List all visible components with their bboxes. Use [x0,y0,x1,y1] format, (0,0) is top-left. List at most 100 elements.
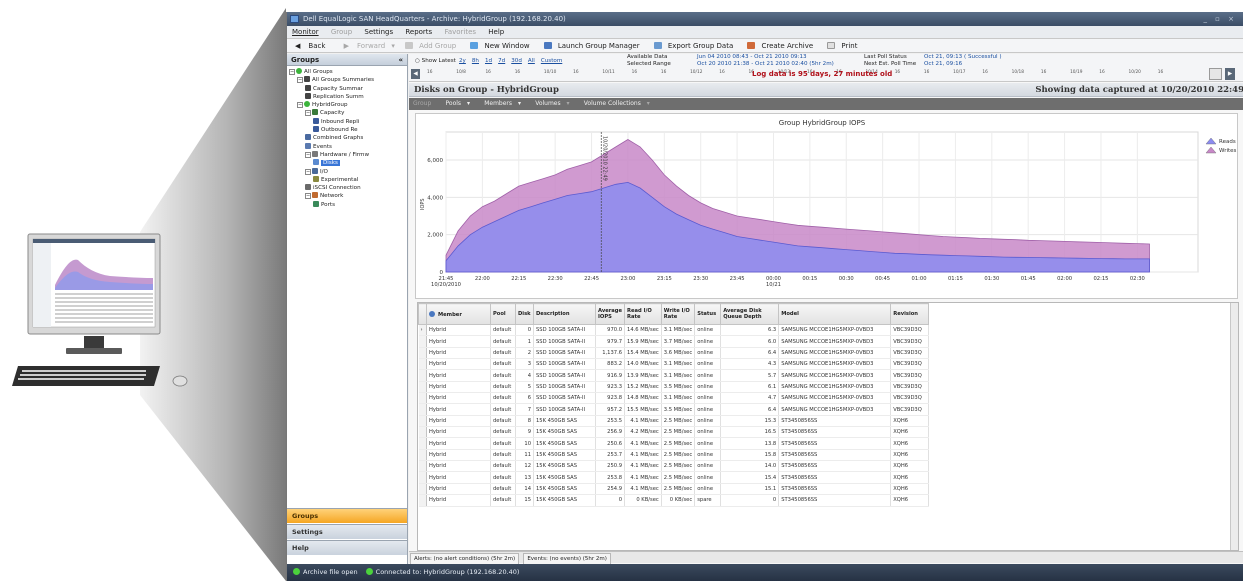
print-button[interactable]: Print [823,39,865,53]
menu-reports[interactable]: Reports [400,26,437,39]
column-header[interactable]: Disk [515,303,534,325]
column-header[interactable]: Status [694,303,722,325]
menu-help[interactable]: Help [483,26,509,39]
tree-expander-icon[interactable]: − [297,102,303,109]
tree-node[interactable]: iSCSI Connection [287,184,407,192]
column-header[interactable]: Pool [490,303,516,325]
nav-help-button[interactable]: Help [287,540,407,555]
show-latest-option[interactable]: ○ Show Latest [415,58,456,64]
subtab-pools[interactable]: Pools ▾ [438,98,474,110]
subtab-volume-collections[interactable]: Volume Collections ▾ [576,98,654,110]
table-row[interactable]: › Hybrid default 0 SSD 100GB SATA-II 970.0 14.… [418,324,1229,337]
menu-monitor[interactable]: Monitor [287,26,324,39]
column-header[interactable]: Average Disk Queue Depth [720,303,780,325]
menu-settings[interactable]: Settings [359,26,398,39]
tree-node[interactable]: − HybridGroup [287,101,407,109]
timeline-right-button[interactable]: ▶ [1225,68,1235,80]
row-selector[interactable] [418,483,427,496]
row-selector[interactable] [418,426,427,439]
table-row[interactable]: Hybrid default 14 15K 450GB SAS 254.9 4.1 MB/… [418,483,1229,496]
tree-node[interactable]: Inbound Repli [287,117,407,126]
tree-node[interactable]: − Capacity [287,109,407,117]
tree-expander-icon[interactable]: − [305,168,311,175]
menu-favorites[interactable]: Favorites [439,26,481,39]
add-group-button[interactable]: Add Group [401,39,464,53]
column-header[interactable]: Member [426,303,491,325]
row-selector[interactable] [418,449,427,462]
tree-node[interactable]: Capacity Summar [287,84,407,93]
tree-node[interactable]: Disks [287,159,407,167]
table-row[interactable]: Hybrid default 6 SSD 100GB SATA-II 923.8 14.8… [418,392,1229,405]
menu-group[interactable]: Group [326,26,357,39]
range-link[interactable]: 8h [472,58,479,64]
table-row[interactable]: Hybrid default 3 SSD 100GB SATA-II 883.2 14.0… [418,358,1229,371]
table-row[interactable]: Hybrid default 10 15K 450GB SAS 250.6 4.1 MB/… [418,437,1229,450]
tree-expander-icon[interactable]: − [305,110,311,117]
row-selector[interactable] [418,403,427,416]
forward-button[interactable]: ▶ Forward ▾ [336,39,399,53]
nav-settings-button[interactable]: Settings [287,524,407,539]
row-selector[interactable]: › [418,324,427,337]
tree-node[interactable]: − Network [287,192,407,200]
iops-chart[interactable]: 10/20/2010 22:49 Group HybridGroup IOPS 02… [416,114,1239,300]
tree-expander-icon[interactable]: − [305,193,311,200]
tree-node[interactable]: Combined Graphs [287,134,407,142]
new-window-button[interactable]: New Window [466,39,537,53]
tree-node[interactable]: Replication Summ [287,92,407,101]
range-link[interactable]: Custom [541,58,562,64]
table-row[interactable]: Hybrid default 11 15K 450GB SAS 253.7 4.1 MB/… [418,449,1229,462]
table-row[interactable]: Hybrid default 5 SSD 100GB SATA-II 923.3 15.2… [418,381,1229,394]
tree-node[interactable]: − I/O [287,167,407,176]
column-header[interactable]: Model [778,303,892,325]
table-row[interactable]: Hybrid default 4 SSD 100GB SATA-II 916.9 13.9… [418,369,1229,382]
tree-node[interactable]: − All Groups Summaries [287,76,407,84]
subtab-volumes[interactable]: Volumes ▾ [527,98,573,110]
subtab-members[interactable]: Members ▾ [476,98,525,110]
window-controls[interactable]: _ ▫ × [1203,12,1237,26]
tree-node[interactable]: − Hardware / Firmw [287,150,407,159]
column-header[interactable]: Average IOPS [594,303,626,325]
range-link[interactable]: All [528,58,535,64]
row-selector[interactable] [418,471,427,484]
tree-node[interactable]: Events [287,142,407,151]
table-row[interactable]: Hybrid default 2 SSD 100GB SATA-II 1,137.6 15… [418,347,1229,360]
zoom-icon[interactable] [1209,68,1222,80]
range-link[interactable]: 1d [485,58,492,64]
tree-node[interactable]: − All Groups [287,68,407,76]
row-selector[interactable] [418,358,427,371]
column-header[interactable]: Description [533,303,596,325]
subtab-group[interactable]: Group [409,98,435,110]
range-link[interactable]: 2y [459,58,466,64]
tree-expander-icon[interactable]: − [289,69,295,75]
table-row[interactable]: Hybrid default 13 15K 450GB SAS 253.8 4.1 MB/… [418,471,1229,484]
row-selector[interactable] [418,369,427,382]
create-archive-button[interactable]: Create Archive [743,39,821,53]
launch-group-manager-button[interactable]: Launch Group Manager [540,39,648,53]
collapse-sidebar-button[interactable]: « [398,54,403,66]
column-header[interactable]: Revision [890,303,930,325]
back-button[interactable]: ◀ Back [287,39,333,53]
table-row[interactable]: Hybrid default 9 15K 450GB SAS 256.9 4.2 MB/s… [418,426,1229,439]
table-row[interactable]: Hybrid default 15 15K 450GB SAS 0 0 KB/sec 0 K… [418,494,1229,507]
table-row[interactable]: Hybrid default 12 15K 450GB SAS 250.9 4.1 MB/… [418,460,1229,473]
table-vertical-scrollbar[interactable] [1230,303,1238,550]
row-selector[interactable] [418,460,427,473]
table-row[interactable]: Hybrid default 8 15K 450GB SAS 253.5 4.1 MB/s… [418,415,1229,428]
table-row[interactable]: Hybrid default 1 SSD 100GB SATA-II 979.7 15.9… [418,335,1229,348]
tree-node[interactable]: Ports [287,200,407,209]
nav-groups-button[interactable]: Groups [287,508,407,523]
tree-expander-icon[interactable]: − [305,151,311,158]
row-selector[interactable] [418,494,427,507]
row-selector[interactable] [418,347,427,360]
column-header[interactable]: Read I/O Rate [624,303,662,325]
tree-expander-icon[interactable]: − [297,77,303,84]
table-row[interactable]: Hybrid default 7 SSD 100GB SATA-II 957.2 15.5… [418,403,1229,416]
tree-node[interactable]: Experimental [287,175,407,184]
row-selector[interactable] [418,415,427,428]
row-selector[interactable] [418,392,427,405]
range-link[interactable]: 7d [498,58,505,64]
row-selector[interactable] [418,437,427,450]
row-selector[interactable] [418,335,427,348]
column-header[interactable]: Write I/O Rate [660,303,696,325]
timeline-left-button[interactable]: ◀ [411,69,420,79]
